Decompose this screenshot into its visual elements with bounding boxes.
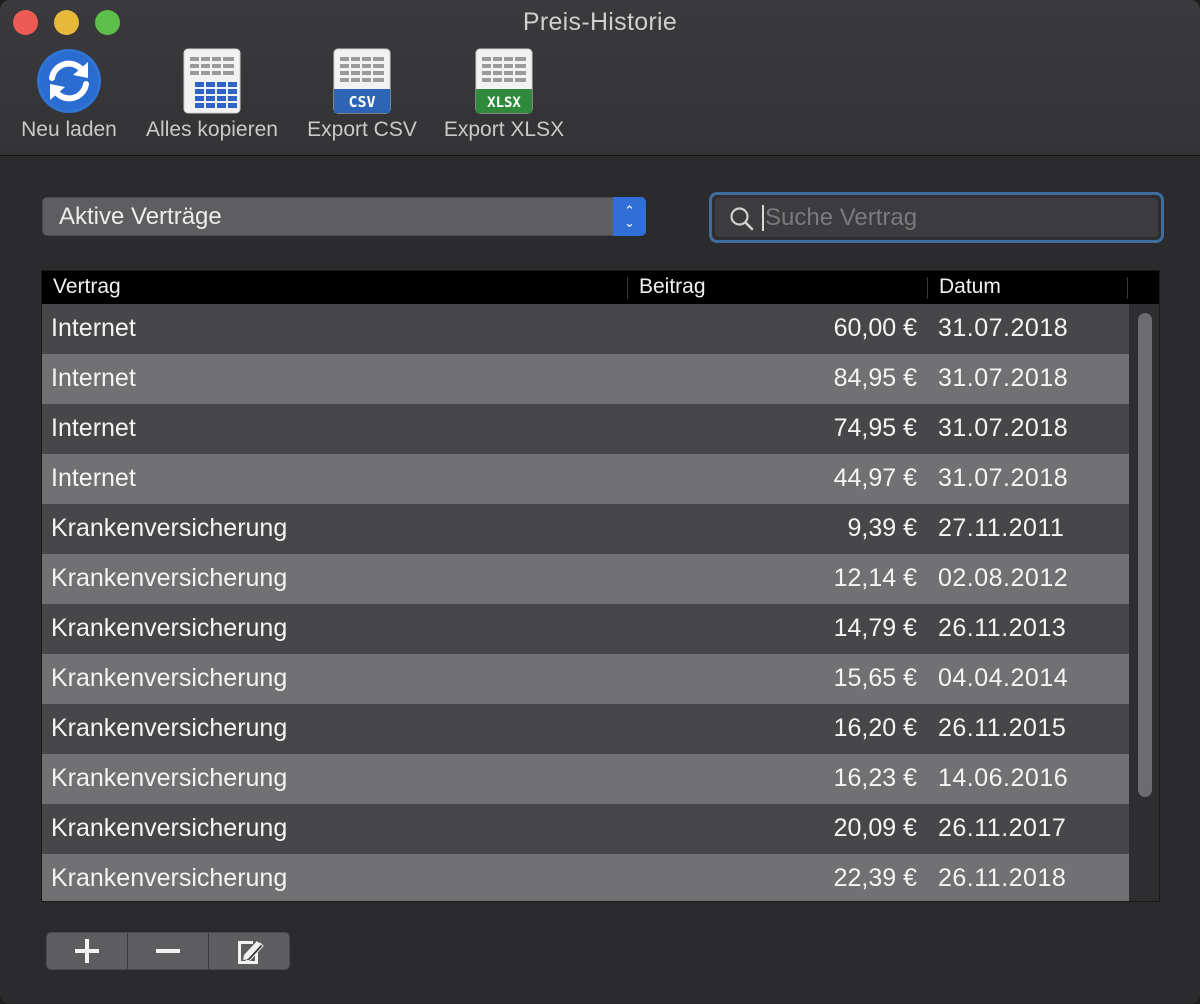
copy-all-button[interactable]: Alles kopieren xyxy=(136,48,288,142)
cell-datum: 26.11.2017 xyxy=(938,814,1067,842)
cell-vertrag: Krankenversicherung xyxy=(51,764,288,792)
column-header-vertrag[interactable]: Vertrag xyxy=(53,275,121,299)
row-actions-segmented-control xyxy=(46,932,290,970)
minus-icon xyxy=(156,949,180,953)
cell-beitrag: 9,39 € xyxy=(847,514,917,542)
csv-badge-text: CSV xyxy=(348,93,375,111)
cell-vertrag: Internet xyxy=(51,414,136,442)
table-row[interactable]: Internet 84,95 € 31.07.2018 xyxy=(42,354,1129,404)
cell-vertrag: Krankenversicherung xyxy=(51,864,288,892)
window-title: Preis-Historie xyxy=(522,8,678,36)
cell-beitrag: 14,79 € xyxy=(833,614,917,642)
column-header-datum[interactable]: Datum xyxy=(939,275,1001,299)
remove-row-button[interactable] xyxy=(127,933,208,969)
cell-vertrag: Krankenversicherung xyxy=(51,514,288,542)
search-field-inner xyxy=(715,198,1158,237)
xlsx-badge-text: XLSX xyxy=(487,95,521,111)
cell-datum: 31.07.2018 xyxy=(938,364,1069,392)
contract-filter-value: Aktive Verträge xyxy=(59,203,222,230)
cell-vertrag: Internet xyxy=(51,464,136,492)
export-csv-label: Export CSV xyxy=(307,118,417,141)
chevron-updown-icon: ⌃ ⌄ xyxy=(613,197,646,236)
cell-datum: 26.11.2018 xyxy=(938,864,1067,892)
table-row[interactable]: Internet 44,97 € 31.07.2018 xyxy=(42,454,1129,504)
preis-historie-window: Preis-Historie Neu laden Alles kopieren … xyxy=(0,0,1200,1004)
column-divider[interactable] xyxy=(627,277,628,299)
edit-row-button[interactable] xyxy=(208,933,289,969)
reload-button[interactable]: Neu laden xyxy=(14,48,124,142)
column-divider[interactable] xyxy=(1127,277,1128,299)
table-row[interactable]: Krankenversicherung 12,14 € 02.08.2012 xyxy=(42,554,1129,604)
table-row[interactable]: Krankenversicherung 22,39 € 26.11.2018 xyxy=(42,854,1129,901)
cell-datum: 14.06.2016 xyxy=(938,764,1069,792)
search-icon xyxy=(729,206,755,237)
cell-beitrag: 20,09 € xyxy=(833,814,917,842)
plus-icon xyxy=(75,939,99,963)
cell-datum: 31.07.2018 xyxy=(938,314,1069,342)
table-row[interactable]: Krankenversicherung 15,65 € 04.04.2014 xyxy=(42,654,1129,704)
cell-vertrag: Krankenversicherung xyxy=(51,714,288,742)
table-row[interactable]: Krankenversicherung 20,09 € 26.11.2017 xyxy=(42,804,1129,854)
cell-beitrag: 15,65 € xyxy=(833,664,917,692)
csv-file-icon: CSV xyxy=(300,48,424,114)
cell-beitrag: 16,20 € xyxy=(833,714,917,742)
copy-table-icon xyxy=(136,48,288,114)
reload-icon xyxy=(14,48,124,114)
cell-beitrag: 84,95 € xyxy=(833,364,917,392)
cell-vertrag: Krankenversicherung xyxy=(51,664,288,692)
text-cursor xyxy=(762,205,764,231)
titlebar: Preis-Historie Neu laden Alles kopieren … xyxy=(0,0,1200,156)
table-row[interactable]: Krankenversicherung 14,79 € 26.11.2013 xyxy=(42,604,1129,654)
table-header: Vertrag Beitrag Datum xyxy=(42,271,1159,304)
cell-vertrag: Krankenversicherung xyxy=(51,564,288,592)
xlsx-file-icon: XLSX xyxy=(436,48,572,114)
table-row[interactable]: Krankenversicherung 16,23 € 14.06.2016 xyxy=(42,754,1129,804)
cell-datum: 26.11.2013 xyxy=(938,614,1067,642)
cell-beitrag: 44,97 € xyxy=(833,464,917,492)
cell-beitrag: 12,14 € xyxy=(833,564,917,592)
column-header-beitrag[interactable]: Beitrag xyxy=(639,275,706,299)
cell-datum: 31.07.2018 xyxy=(938,414,1069,442)
table-body: Internet 60,00 € 31.07.2018 Internet 84,95 … xyxy=(42,304,1129,901)
cell-beitrag: 22,39 € xyxy=(833,864,917,892)
cell-datum: 31.07.2018 xyxy=(938,464,1069,492)
scrollbar-thumb[interactable] xyxy=(1138,313,1152,797)
reload-label: Neu laden xyxy=(21,118,117,141)
cell-vertrag: Internet xyxy=(51,314,136,342)
contract-filter-select[interactable]: Aktive Verträge ⌃ ⌄ xyxy=(42,197,646,236)
cell-vertrag: Krankenversicherung xyxy=(51,814,288,842)
search-field[interactable] xyxy=(709,192,1164,243)
table-row[interactable]: Internet 74,95 € 31.07.2018 xyxy=(42,404,1129,454)
search-input[interactable] xyxy=(765,202,1145,234)
cell-vertrag: Krankenversicherung xyxy=(51,614,288,642)
export-xlsx-button[interactable]: XLSX Export XLSX xyxy=(436,48,572,142)
table-row[interactable]: Krankenversicherung 9,39 € 27.11.2011 xyxy=(42,504,1129,554)
cell-beitrag: 16,23 € xyxy=(833,764,917,792)
export-csv-button[interactable]: CSV Export CSV xyxy=(300,48,424,142)
edit-note-icon xyxy=(238,941,264,964)
copy-all-label: Alles kopieren xyxy=(146,118,278,141)
export-xlsx-label: Export XLSX xyxy=(443,118,565,141)
add-row-button[interactable] xyxy=(47,933,127,969)
column-divider[interactable] xyxy=(927,277,928,299)
cell-beitrag: 60,00 € xyxy=(833,314,917,342)
cell-datum: 04.04.2014 xyxy=(938,664,1069,692)
cell-datum: 27.11.2011 xyxy=(938,514,1065,542)
cell-datum: 26.11.2015 xyxy=(938,714,1067,742)
cell-datum: 02.08.2012 xyxy=(938,564,1069,592)
cell-beitrag: 74,95 € xyxy=(833,414,917,442)
cell-vertrag: Internet xyxy=(51,364,136,392)
table-row[interactable]: Internet 60,00 € 31.07.2018 xyxy=(42,304,1129,354)
table-row[interactable]: Krankenversicherung 16,20 € 26.11.2015 xyxy=(42,704,1129,754)
price-history-table: Vertrag Beitrag Datum Internet 60,00 € 31.… xyxy=(41,270,1160,902)
